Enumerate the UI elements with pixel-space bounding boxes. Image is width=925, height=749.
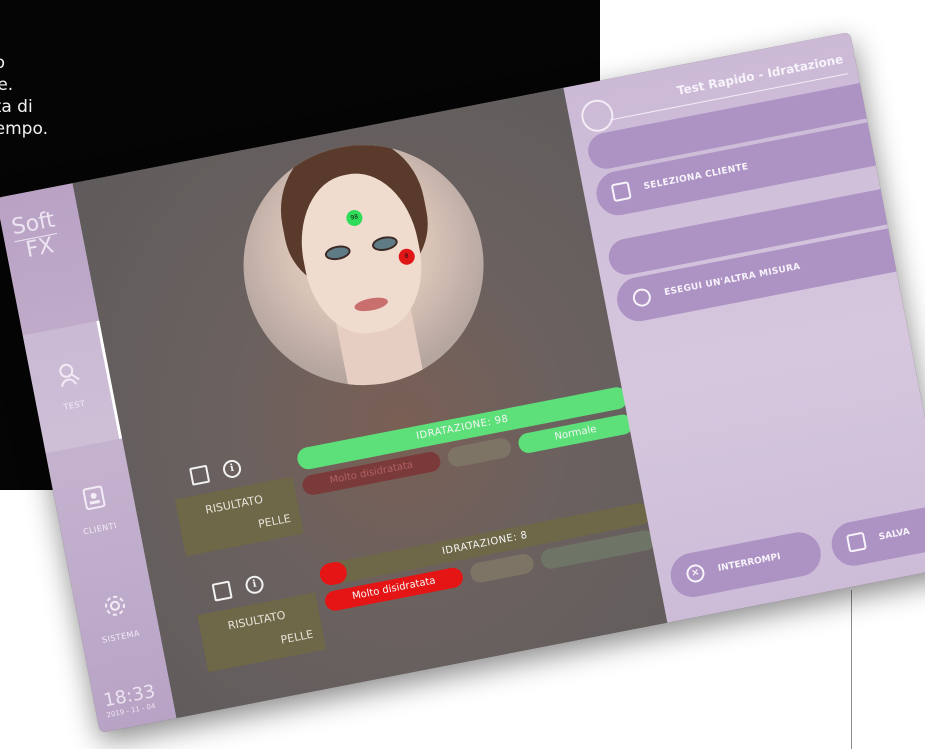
play-icon xyxy=(631,287,653,309)
face-profile-icon xyxy=(578,96,617,135)
sidebar-item-label: CLIENTI xyxy=(82,521,118,537)
status-segment-dry xyxy=(468,552,536,585)
save-file-icon xyxy=(845,531,868,553)
select-client-label: SELEZIONA CLIENTE xyxy=(642,161,750,193)
caption-line: tempo. xyxy=(0,119,48,139)
result-label-bottom: PELLE xyxy=(279,627,315,647)
result-actions: i xyxy=(211,572,266,602)
close-icon: × xyxy=(684,562,707,584)
face-image: 98 8 xyxy=(222,124,505,406)
divider-line xyxy=(851,590,852,749)
result-label: RISULTATO PELLE xyxy=(197,592,327,673)
main-area: 98 8 i RISULTATO PELLE IDRATAZIONE: 98 M… xyxy=(72,87,668,719)
contact-card-icon xyxy=(610,181,632,203)
sidebar-item-label: SISTEMA xyxy=(101,628,141,645)
result-label-bottom: PELLE xyxy=(257,511,292,531)
save-label: SALVA xyxy=(878,526,911,543)
interrupt-button[interactable]: × INTERROMPI xyxy=(666,528,825,601)
result-label: RISULTATO PELLE xyxy=(174,476,304,557)
sidebar-item-sistema[interactable]: SISTEMA xyxy=(74,586,160,651)
status-segment-dry xyxy=(446,436,513,469)
edit-note-icon[interactable] xyxy=(211,580,233,602)
softfx-logo: Soft FX xyxy=(10,207,62,263)
another-measure-label: ESEGUI UN'ALTRA MISURA xyxy=(663,261,802,299)
side-caption: to ce. tta di tempo. xyxy=(0,52,100,140)
caption-line: to xyxy=(0,52,100,74)
result-actions: i xyxy=(188,456,243,486)
caption-line: tta di xyxy=(0,97,33,117)
info-icon[interactable]: i xyxy=(243,573,266,595)
caption-line: ce. xyxy=(0,75,14,95)
result-label-top: RISULTATO xyxy=(226,608,287,633)
gear-icon xyxy=(104,595,125,616)
clients-icon xyxy=(82,485,106,511)
edit-note-icon[interactable] xyxy=(188,464,211,486)
clock: 18:33 2019 - 11 - 04 xyxy=(102,681,158,719)
sidebar-item-label: TEST xyxy=(62,398,87,412)
info-icon[interactable]: i xyxy=(221,457,243,479)
test-icon xyxy=(58,363,80,388)
sidebar-item-clienti[interactable]: CLIENTI xyxy=(53,478,139,543)
interrupt-label: INTERROMPI xyxy=(717,552,782,574)
result-block-1: i RISULTATO PELLE IDRATAZIONE: 98 Molto … xyxy=(169,382,635,557)
save-button[interactable]: SALVA xyxy=(827,504,925,570)
result-label-top: RISULTATO xyxy=(204,492,265,517)
